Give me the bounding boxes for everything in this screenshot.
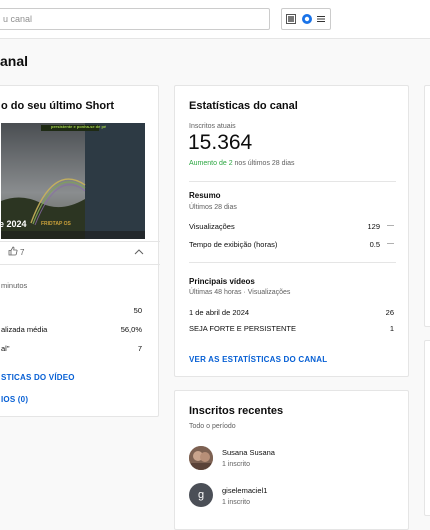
short-stat-value: 50 [133,306,142,315]
chevron-up-icon[interactable] [134,248,144,255]
top-video-title[interactable]: SEJA FORTE E PERSISTENTE [189,324,296,333]
summary-row-value: 0.5 [369,240,380,249]
short-stat-label: al" [1,344,10,353]
summary-row-value: 129 [367,222,380,231]
avatar-initial: g [197,489,205,501]
summary-period: Últimos 28 dias [189,204,237,211]
search-input[interactable] [0,9,269,29]
summary-row-label: Visualizações [189,222,235,231]
short-stat-label: alizada média [1,325,48,334]
summary-title: Resumo [189,191,221,200]
thumbnail-top-text: persistente e ponha-se de pé [51,124,107,129]
thumbnail-overlay-text: e 2024 [1,219,27,229]
subscribers-count: 15.364 [188,131,253,154]
subscriber-count: 1 inscrito [222,499,251,506]
subscribers-change-amount: Aumento de 2 [189,160,233,167]
comments-link[interactable]: IOS (0) [1,395,28,404]
divider [189,181,396,182]
channel-stats-link[interactable]: VER AS ESTATÍSTICAS DO CANAL [189,355,327,364]
likes-count: 7 [20,248,25,257]
divider [189,262,396,263]
avatar[interactable]: g [189,483,213,507]
header-actions [281,8,331,30]
top-video-title[interactable]: 1 de abril de 2024 [189,308,249,317]
trend-indicator: — [387,222,394,229]
time-label: minutos [1,281,28,290]
create-icon[interactable] [286,14,296,24]
short-card-title: o do seu último Short [1,100,115,112]
right-card-bottom [424,340,430,516]
channel-avatar-icon[interactable] [302,14,312,24]
latest-short-card: o do seu último Short persistente e ponh… [0,85,160,417]
subscribers-change-period: nos últimos 28 dias [232,160,295,167]
top-video-views: 1 [389,324,394,333]
right-card-top [424,85,430,327]
subscriber-count: 1 inscrito [222,461,251,468]
search-box[interactable] [0,8,270,30]
summary-row-label: Tempo de exibição (horas) [189,240,278,249]
channel-stats-card: Estatísticas do canal Inscritos atuais 1… [174,85,409,377]
divider [0,241,160,242]
subscriber-name[interactable]: giselemaciel1 [222,486,267,495]
stats-card-title: Estatísticas do canal [189,100,298,112]
top-video-views: 26 [385,308,394,317]
avatar[interactable] [189,446,213,470]
trend-indicator: — [387,240,394,247]
subs-card-title: Inscritos recentes [189,405,284,417]
top-bar [0,0,430,39]
short-thumbnail[interactable]: persistente e ponha-se de pé e 2024 FRID… [1,123,145,239]
subscriber-photo [189,446,213,470]
divider [0,264,160,265]
subscribers-change: Aumento de 2 nos últimos 28 dias [189,160,294,167]
top-videos-title: Principais vídeos [189,277,255,286]
subs-card-period: Todo o período [189,423,236,430]
short-stat-value: 56,0% [120,325,142,334]
thumbs-up-icon [8,246,18,256]
short-stat-value: 7 [137,344,142,353]
subscribers-label: Inscritos atuais [189,123,236,130]
video-stats-link[interactable]: STICAS DO VÍDEO [1,373,75,382]
recent-subscribers-card: Inscritos recentes Todo o período Susana… [174,390,409,530]
subscriber-name[interactable]: Susana Susana [222,448,275,457]
menu-icon[interactable] [316,14,326,24]
page-title: anal [0,53,29,69]
top-videos-period: Últimas 48 horas · Visualizações [189,289,291,296]
thumbnail-side-text: FRIDTAP OS [41,221,71,227]
